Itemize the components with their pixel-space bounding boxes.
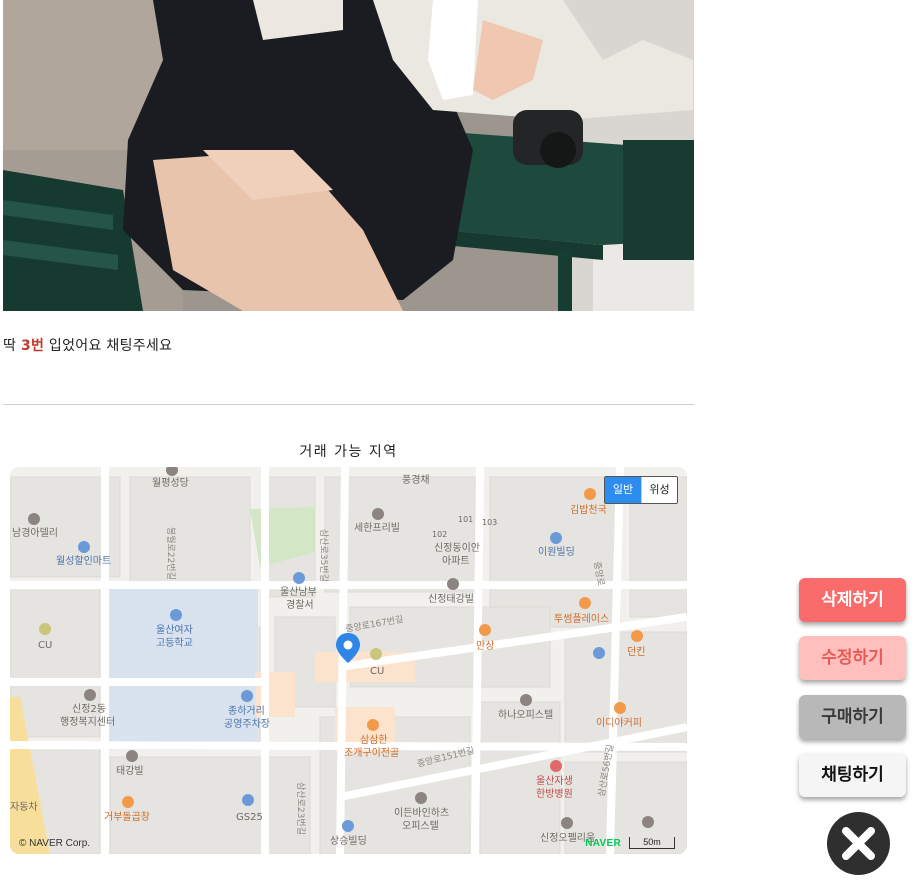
map-label: 울산여자: [156, 624, 193, 636]
map-label: 종하거리: [228, 704, 265, 717]
map-label: 아파트: [442, 555, 470, 567]
map-label: 투썸플레이스: [554, 613, 609, 625]
map-label: 이디야커피: [596, 717, 642, 729]
map-label: 만상: [476, 640, 494, 652]
map-label: 상승빌딩: [330, 835, 367, 847]
map-label: 신정2동: [72, 703, 106, 715]
map-label: 태강빌: [116, 765, 144, 777]
map-label: 울산자생: [536, 775, 573, 787]
map-label: 월평성당: [152, 477, 189, 489]
section-divider: [3, 404, 694, 405]
map-label: 신정동이안: [434, 542, 480, 554]
map-label: 102: [432, 530, 447, 539]
map-label: 울산남부: [280, 586, 317, 598]
map-label: 신정태강빌: [428, 593, 474, 605]
map-type-toggle[interactable]: 일반 위성: [604, 476, 678, 504]
chat-button[interactable]: 채팅하기: [799, 753, 906, 797]
map-label: 고등학교: [156, 637, 193, 649]
map-label: 풍경채: [402, 473, 430, 486]
road-label: 삼산로23번길: [295, 782, 306, 835]
location-title: 거래 가능 지역: [299, 444, 398, 460]
caption-highlight: 3번: [20, 338, 45, 354]
map-label: 이든바인하츠: [394, 806, 449, 819]
map-copyright: © NAVER Corp.: [19, 838, 91, 849]
caption-suffix: 입었어요 채팅주세요: [44, 338, 173, 354]
map-label: 던킨: [627, 646, 645, 658]
map-label: 오피스텔: [402, 820, 439, 832]
map-label: 103: [482, 518, 497, 527]
trade-area-map[interactable]: 월평성당 풍경채 남경아델리 월성할인마트 세한프리빌 101 102 103 …: [10, 467, 687, 854]
map-label: 이원빌딩: [538, 546, 575, 558]
post-caption: 딱 3번 입었어요 채팅주세요: [3, 335, 172, 355]
product-photo-illustration: [3, 0, 694, 311]
map-label: 월성할인마트: [56, 555, 111, 567]
map-mode-satellite[interactable]: 위성: [641, 477, 677, 503]
map-mode-general[interactable]: 일반: [605, 477, 641, 503]
map-scale-bar: 50m: [629, 837, 675, 849]
buy-button[interactable]: 구매하기: [799, 695, 906, 739]
product-photo: [3, 0, 694, 311]
edit-button[interactable]: 수정하기: [799, 636, 906, 680]
map-label: 자동차: [10, 801, 38, 813]
delete-button[interactable]: 삭제하기: [799, 578, 906, 622]
map-label: 공영주차장: [224, 718, 270, 730]
map-label: 101: [458, 515, 473, 524]
map-label: 경찰서: [286, 598, 314, 611]
map-label: 조개구이전골: [344, 747, 399, 759]
map-label: 행정복지센터: [60, 716, 115, 728]
road-label: 봉월로22번길: [165, 527, 177, 580]
map-label: 김밥천국: [570, 504, 607, 516]
caption-prefix: 딱: [3, 338, 21, 354]
map-label: 남경아델리: [12, 526, 58, 539]
map-label: 세한프리빌: [354, 522, 400, 534]
naver-logo: NAVER: [585, 838, 621, 849]
map-canvas[interactable]: 월평성당 풍경채 남경아델리 월성할인마트 세한프리빌 101 102 103 …: [10, 467, 687, 854]
close-button[interactable]: [827, 812, 890, 875]
map-label: CU: [370, 666, 384, 677]
close-icon: [842, 827, 875, 860]
map-label: CU: [38, 640, 52, 651]
map-label: 거부돌곱창: [104, 811, 150, 823]
map-label: 하나오피스텔: [498, 708, 553, 721]
map-label: 한방병원: [536, 788, 573, 800]
map-label: GS25: [236, 812, 263, 823]
road-label: 삼산로35번길: [318, 529, 329, 582]
map-label: 삼삼한: [360, 734, 388, 746]
